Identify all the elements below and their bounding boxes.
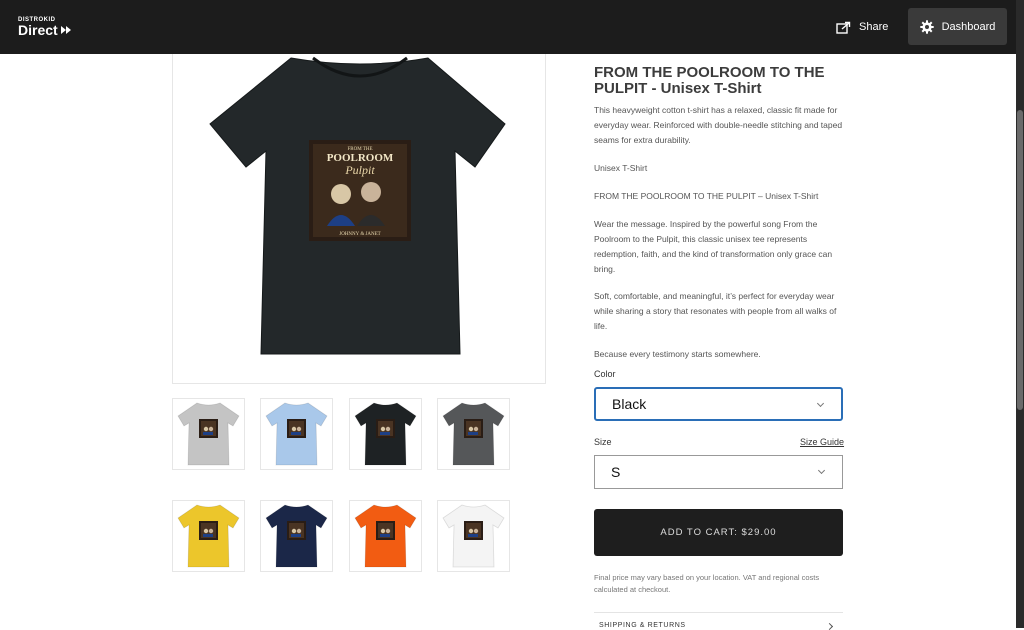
thumbnail-white[interactable] [437, 500, 510, 572]
size-select-value: S [611, 464, 621, 480]
product-title: FROM THE POOLROOM TO THE PULPIT - Unisex… [594, 64, 825, 97]
product-description-2: Unisex T-Shirt [594, 163, 648, 173]
thumbnail-yellow[interactable] [172, 500, 245, 572]
thumbnail-orange[interactable] [349, 500, 422, 572]
thumbnail-navy[interactable] [260, 500, 333, 572]
size-select[interactable]: S [594, 455, 843, 489]
product-description-3: FROM THE POOLROOM TO THE PULPIT – Unisex… [594, 191, 819, 201]
chevron-down-icon [816, 399, 825, 408]
product-description-5: Soft, comfortable, and meaningful, it’s … [594, 291, 837, 331]
price-disclaimer: Final price may vary based on your locat… [594, 573, 820, 594]
artwork-line3: Pulpit [344, 163, 375, 177]
product-description-4: Wear the message. Inspired by the powerf… [594, 219, 833, 274]
share-button[interactable]: Share [836, 17, 888, 37]
scrollbar-thumb[interactable] [1017, 110, 1023, 410]
share-icon [836, 21, 851, 34]
thumbnail-black[interactable] [349, 398, 422, 470]
fast-forward-icon [60, 26, 71, 34]
divider [594, 612, 843, 613]
distrokid-direct-logo[interactable]: DISTROKID Direct [18, 17, 71, 37]
tshirt-illustration: FROM THE POOLROOM Pulpit JOHNNY & JANET [209, 56, 506, 355]
chevron-down-icon [817, 466, 826, 475]
product-description-1: This heavyweight cotton t-shirt has a re… [594, 105, 843, 145]
logo-main-text: Direct [18, 23, 71, 37]
artwork-artist: JOHNNY & JANET [339, 232, 380, 237]
chevron-right-icon[interactable] [825, 622, 834, 630]
top-bar: DISTROKID Direct Share Dashboard [0, 0, 1016, 54]
logo-word: Direct [18, 22, 58, 38]
color-select-value: Black [612, 396, 647, 412]
gear-icon [919, 19, 934, 34]
size-guide-link[interactable]: Size Guide [800, 437, 844, 447]
color-label: Color [594, 369, 616, 379]
thumbnail-light-blue[interactable] [260, 398, 333, 470]
size-label: Size [594, 437, 612, 447]
color-select[interactable]: Black [594, 387, 843, 421]
add-to-cart-button[interactable]: ADD TO CART: $29.00 [594, 509, 843, 556]
product-description-6: Because every testimony starts somewhere… [594, 349, 761, 359]
dashboard-label: Dashboard [941, 20, 996, 33]
thumbnail-grey[interactable] [172, 398, 245, 470]
main-product-image: FROM THE POOLROOM Pulpit JOHNNY & JANET [172, 54, 546, 384]
dashboard-button[interactable]: Dashboard [908, 8, 1007, 45]
share-label: Share [859, 21, 889, 33]
thumbnail-charcoal[interactable] [437, 398, 510, 470]
